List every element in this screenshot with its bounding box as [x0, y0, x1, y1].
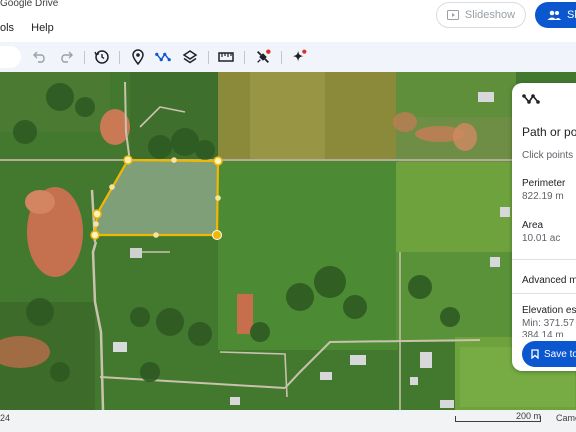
perimeter-label: Perimeter [522, 178, 566, 189]
area-value: 10.01 ac [522, 233, 561, 244]
draw-line-icon[interactable] [155, 49, 171, 65]
people-icon [547, 10, 561, 20]
perimeter-value: 822.19 m [522, 191, 564, 202]
app-header: Google Drive ols Help Slideshow Sh [0, 0, 576, 42]
status-left-text: 24 [0, 413, 11, 423]
toolbar [0, 42, 576, 72]
camera-info: Came [556, 413, 576, 423]
menu-tools[interactable]: ols [0, 22, 14, 34]
slideshow-icon [446, 10, 459, 20]
toolbar-divider [208, 51, 209, 64]
measure-panel: Path or pol Click points o Perimeter 822… [512, 83, 576, 371]
save-to-button[interactable]: Save to [522, 341, 576, 367]
status-bar: 24 200 m Came [0, 410, 576, 432]
slideshow-button[interactable]: Slideshow [436, 2, 526, 28]
history-icon[interactable] [94, 49, 110, 65]
share-button[interactable]: Sh [535, 2, 576, 28]
draw-line-icon [522, 94, 540, 104]
share-label: Sh [567, 9, 576, 21]
area-label: Area [522, 220, 544, 231]
panel-divider [512, 293, 576, 294]
redo-icon[interactable] [58, 49, 74, 65]
layers-icon[interactable] [182, 49, 198, 65]
document-title: Google Drive [0, 0, 59, 9]
elevation-min: Min: 371.57 m [522, 318, 576, 329]
elevation-max: 384.14 m [522, 330, 564, 337]
measure-icon[interactable] [218, 49, 234, 65]
toolbar-divider [281, 51, 282, 64]
gemini-icon[interactable] [291, 49, 307, 65]
save-to-label: Save to [544, 348, 576, 360]
map-imagery [0, 72, 576, 410]
panel-divider [512, 259, 576, 260]
satellite-icon[interactable] [255, 49, 271, 65]
search-field[interactable] [0, 46, 21, 68]
menu-help[interactable]: Help [31, 22, 54, 34]
advanced-measurements-toggle[interactable]: Advanced m [522, 275, 576, 286]
slideshow-label: Slideshow [464, 9, 516, 21]
toolbar-divider [84, 51, 85, 64]
toolbar-divider [119, 51, 120, 64]
elevation-label: Elevation est [522, 305, 576, 316]
satellite-map[interactable] [0, 72, 576, 410]
scale-bar: 200 m [455, 410, 543, 422]
scale-label: 200 m [515, 411, 541, 421]
menu-bar: ols Help [0, 22, 68, 34]
add-placemark-icon[interactable] [130, 49, 146, 65]
panel-title: Path or pol [522, 125, 576, 139]
panel-hint: Click points o [522, 150, 576, 161]
bookmark-icon [531, 349, 539, 359]
toolbar-divider [244, 51, 245, 64]
undo-icon[interactable] [32, 49, 48, 65]
